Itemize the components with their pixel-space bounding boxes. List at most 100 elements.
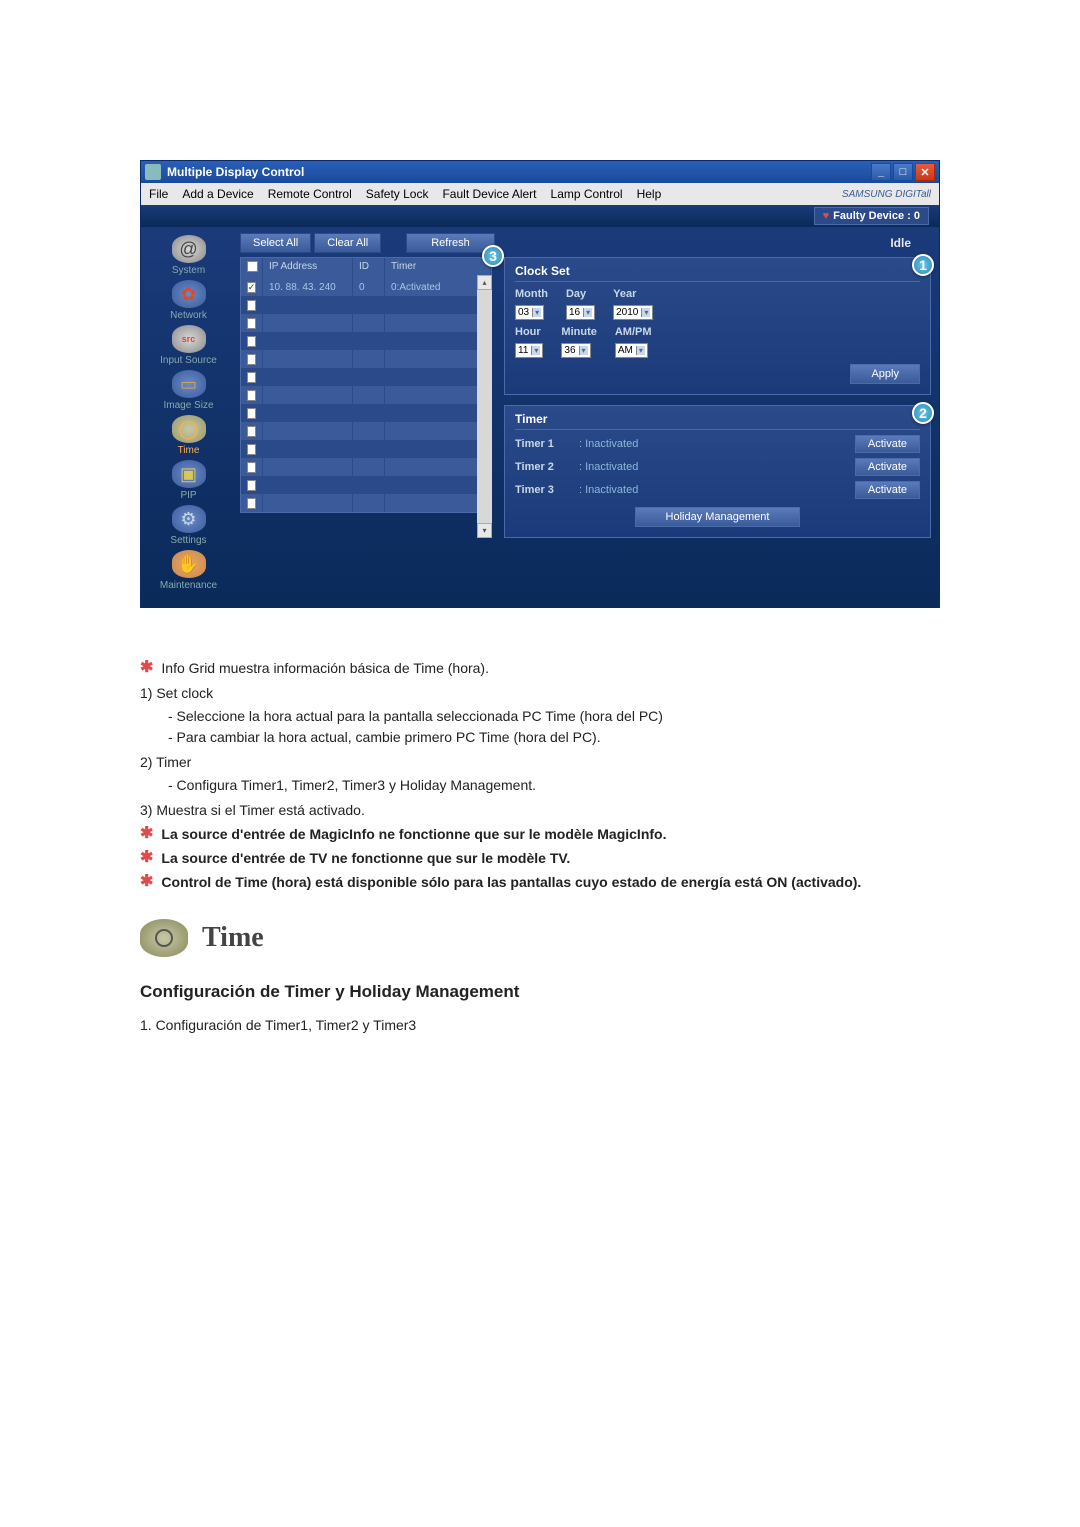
sidebar-item-network[interactable]: ✿Network [145,280,232,321]
sidebar-item-maintenance[interactable]: ✋Maintenance [145,550,232,591]
close-button[interactable]: ✕ [915,163,935,181]
faulty-device-indicator[interactable]: Faulty Device : 0 [814,207,929,225]
table-row[interactable] [241,332,491,350]
status-idle: Idle [890,236,931,250]
table-row[interactable] [241,350,491,368]
sidebar-item-system[interactable]: @System [145,235,232,276]
month-select[interactable]: 03▾ [515,305,544,320]
menu-safety-lock[interactable]: Safety Lock [366,187,429,201]
menu-lamp-control[interactable]: Lamp Control [551,187,623,201]
maximize-button[interactable]: □ [893,163,913,181]
table-row[interactable] [241,476,491,494]
row-checkbox[interactable]: ✓ [247,282,257,293]
menu-remote-control[interactable]: Remote Control [268,187,352,201]
row-checkbox[interactable] [247,426,256,437]
sidebar-item-input-source[interactable]: srcInput Source [145,325,232,366]
timer-config-subheading: Configuración de Timer y Holiday Managem… [140,979,950,1005]
clock-set-title: Clock Set [515,264,920,282]
sidebar-item-image-size[interactable]: ▭Image Size [145,370,232,411]
info-grid: 3 IP Address ID Timer ✓ 10. 88. 43. 240 [240,257,492,538]
settings-icon: ⚙ [172,505,206,533]
time-icon: ◯ [172,415,206,443]
menu-file[interactable]: File [149,187,168,201]
timer-1-activate-button[interactable]: Activate [855,435,920,453]
toolbar: Select All Clear All Refresh Idle [240,233,931,253]
timer-2-row: Timer 2 : Inactivated Activate [515,458,920,476]
hour-label: Hour [515,326,543,338]
timer-3-activate-button[interactable]: Activate [855,481,920,499]
hour-select[interactable]: 11▾ [515,343,543,358]
day-label: Day [566,288,595,300]
scrollbar[interactable]: ▴ ▾ [477,275,492,538]
timer-title: Timer [515,412,920,430]
app-window: Multiple Display Control _ □ ✕ File Add … [140,160,940,608]
table-row[interactable] [241,422,491,440]
year-label: Year [613,288,653,300]
menu-help[interactable]: Help [637,187,662,201]
grid-header: IP Address ID Timer [241,258,491,278]
network-icon: ✿ [172,280,206,308]
sidebar-item-pip[interactable]: ▣PIP [145,460,232,501]
table-row[interactable] [241,386,491,404]
minute-select[interactable]: 36▾ [561,343,590,358]
row-checkbox[interactable] [247,354,256,365]
star-icon: ✱ [140,824,153,845]
row-checkbox[interactable] [247,390,256,401]
star-icon: ✱ [140,658,153,679]
table-row[interactable] [241,314,491,332]
apply-button[interactable]: Apply [850,364,920,384]
callout-3-badge: 3 [482,245,504,267]
callout-2-badge: 2 [912,402,934,424]
row-checkbox[interactable] [247,498,256,509]
header-checkbox[interactable] [247,261,258,272]
row-checkbox[interactable] [247,480,256,491]
row-checkbox[interactable] [247,318,256,329]
ampm-label: AM/PM [615,326,652,338]
image-size-icon: ▭ [172,370,206,398]
clock-set-panel: 1 Clock Set Month 03▾ Day 16▾ [504,257,931,395]
menu-fault-device-alert[interactable]: Fault Device Alert [442,187,536,201]
row-checkbox[interactable] [247,408,256,419]
holiday-management-button[interactable]: Holiday Management [635,507,801,527]
statusbar: Faulty Device : 0 [141,205,939,227]
scroll-up-button[interactable]: ▴ [477,275,492,290]
table-row[interactable] [241,404,491,422]
table-row[interactable] [241,458,491,476]
row-checkbox[interactable] [247,462,256,473]
minimize-button[interactable]: _ [871,163,891,181]
titlebar: Multiple Display Control _ □ ✕ [141,161,939,183]
col-id[interactable]: ID [353,258,385,278]
menu-add-device[interactable]: Add a Device [182,187,253,201]
time-section-heading: Time [140,917,950,959]
refresh-button[interactable]: Refresh [406,233,495,253]
timer-2-activate-button[interactable]: Activate [855,458,920,476]
table-row[interactable] [241,296,491,314]
sidebar-item-time[interactable]: ◯Time [145,415,232,456]
table-row[interactable] [241,368,491,386]
brand-label: SAMSUNG DIGITall [842,189,931,200]
pip-icon: ▣ [172,460,206,488]
row-checkbox[interactable] [247,372,256,383]
col-ip[interactable]: IP Address [263,258,353,278]
row-checkbox[interactable] [247,336,256,347]
star-icon: ✱ [140,848,153,869]
row-checkbox[interactable] [247,444,256,455]
ampm-select[interactable]: AM▾ [615,343,648,358]
timer-3-row: Timer 3 : Inactivated Activate [515,481,920,499]
row-checkbox[interactable] [247,300,256,311]
table-row[interactable] [241,494,491,512]
clear-all-button[interactable]: Clear All [314,233,381,253]
month-label: Month [515,288,548,300]
doc-text: ✱Info Grid muestra información básica de… [140,658,950,1036]
select-all-button[interactable]: Select All [240,233,311,253]
scroll-down-button[interactable]: ▾ [477,523,492,538]
callout-1-badge: 1 [912,254,934,276]
day-select[interactable]: 16▾ [566,305,595,320]
timer-1-row: Timer 1 : Inactivated Activate [515,435,920,453]
system-icon: @ [172,235,206,263]
table-row[interactable] [241,440,491,458]
table-row[interactable]: ✓ 10. 88. 43. 240 0 0:Activated [241,278,491,296]
col-timer[interactable]: Timer [385,258,491,278]
year-select[interactable]: 2010▾ [613,305,653,320]
sidebar-item-settings[interactable]: ⚙Settings [145,505,232,546]
